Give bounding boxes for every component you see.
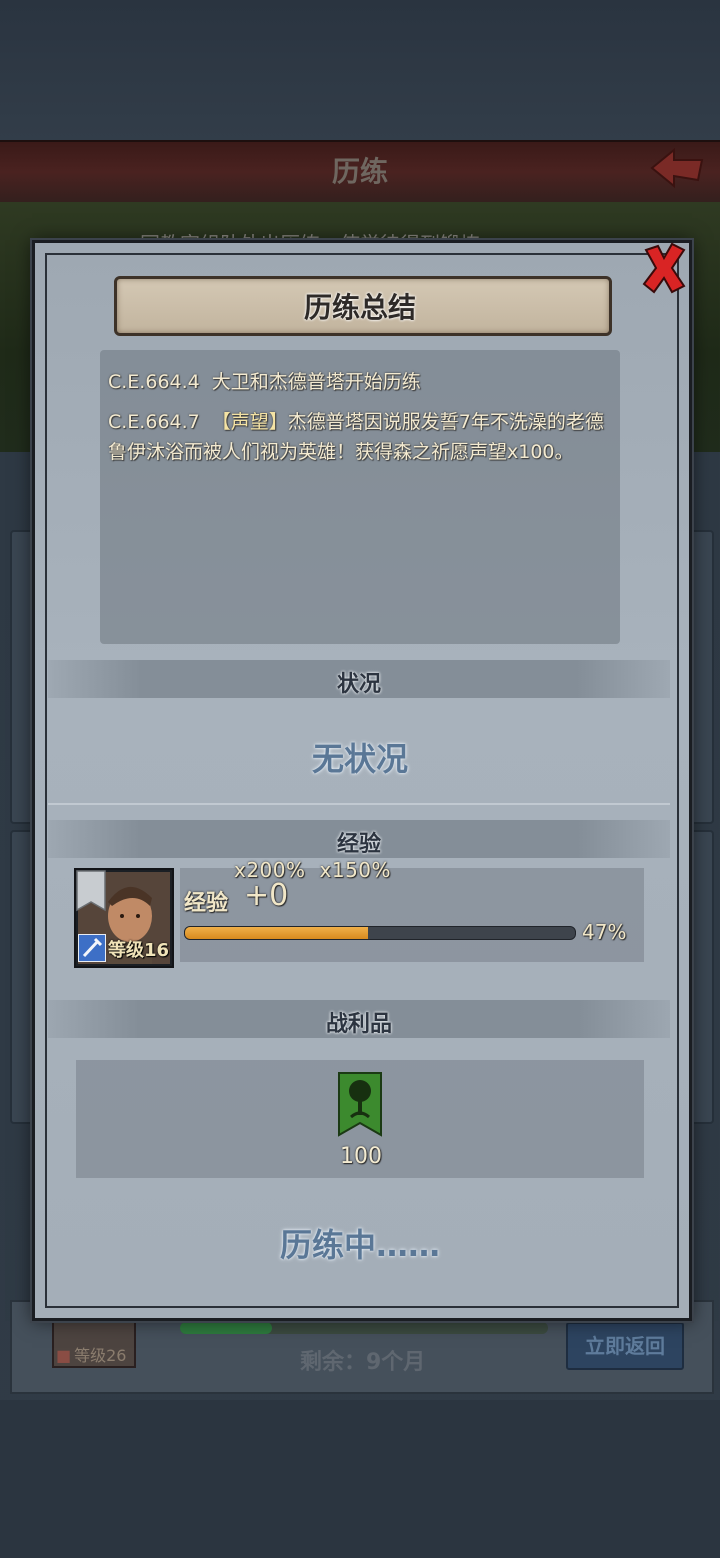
- multiplier-badge: x150%: [319, 858, 392, 882]
- background-remaining-time: 剩余：9个月: [300, 1350, 426, 1375]
- house-icon: ■: [56, 1346, 72, 1365]
- log-text: 大卫和杰德普塔开始历练: [211, 371, 421, 393]
- status-value: 无状况: [311, 740, 408, 778]
- exp-progress-bar: [184, 926, 576, 940]
- loot-count: 100: [340, 1144, 382, 1169]
- log-entry: C.E.664.7 【声望】杰德普塔因说服发誓7年不洗澡的老德鲁伊沐浴而被人们视为…: [108, 407, 616, 467]
- exp-progress-fill: [185, 927, 369, 939]
- character-level: 等级16: [108, 940, 170, 961]
- exp-gain: +0: [244, 878, 289, 913]
- background-bottom: [0, 1400, 720, 1558]
- log-entry: C.E.664.4 大卫和杰德普塔开始历练: [108, 367, 616, 397]
- log-date: C.E.664.4: [108, 371, 200, 393]
- return-now-button[interactable]: 立即返回: [566, 1322, 684, 1370]
- exp-section-label: 经验: [336, 832, 381, 857]
- back-arrow-icon[interactable]: [648, 146, 708, 192]
- background-party-level-text: 等级26: [74, 1346, 127, 1365]
- expedition-status: 历练中……: [279, 1226, 440, 1264]
- background-progress-fill: [180, 1322, 272, 1334]
- log-date: C.E.664.7: [108, 411, 200, 433]
- forest-banner-icon[interactable]: [337, 1071, 383, 1139]
- background-party-level: ■ 等级26: [56, 1342, 127, 1366]
- loot-section-label: 战利品: [325, 1012, 392, 1037]
- log-tag: 【声望】: [211, 411, 288, 433]
- section-divider: [48, 803, 670, 805]
- background-top: [0, 0, 720, 140]
- status-section-label: 状况: [336, 672, 381, 697]
- sword-icon: [78, 934, 106, 962]
- background-progress-bar: [180, 1322, 548, 1334]
- exp-progress-text: 47%: [582, 920, 627, 944]
- background-header-title: 历练: [331, 155, 388, 188]
- exp-label: 经验: [184, 891, 229, 916]
- modal-title: 历练总结: [303, 291, 416, 324]
- close-icon[interactable]: [638, 240, 690, 296]
- rank-banner-icon: [76, 870, 106, 912]
